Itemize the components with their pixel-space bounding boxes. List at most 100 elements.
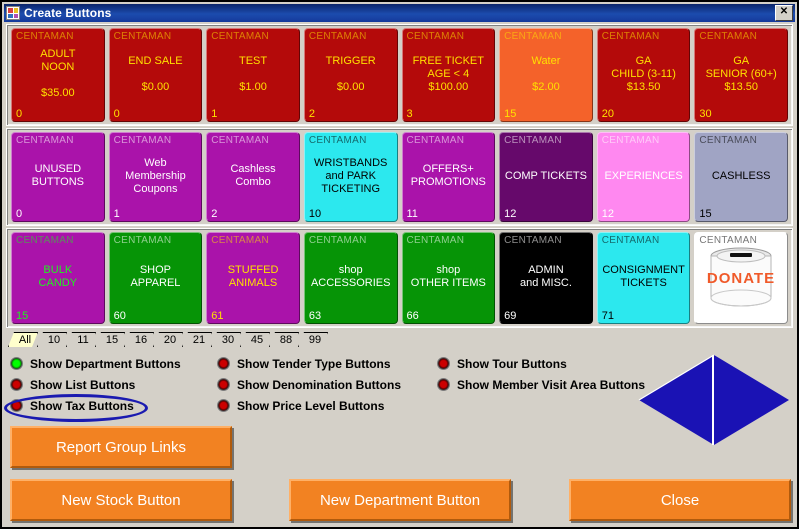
grid-button[interactable]: CENTAMAN OFFERS+ PROMOTIONS 11 bbox=[401, 132, 496, 222]
button-row: CENTAMAN ADULT NOON $35.00 0 CENTAMAN END SA… bbox=[11, 28, 788, 122]
tab-all[interactable]: All bbox=[8, 332, 38, 347]
grid-button-label: END SALE $0.00 bbox=[128, 54, 183, 93]
option-show-tender-type-buttons[interactable]: Show Tender Type Buttons bbox=[217, 353, 401, 374]
department-tabs: All 10 11 15 16 20 21 30 45 88 99 bbox=[8, 329, 791, 347]
grid-button-index: 2 bbox=[211, 208, 218, 220]
close-icon[interactable]: ✕ bbox=[775, 5, 793, 21]
grid-button[interactable]: CENTAMAN CASHLESS 15 bbox=[694, 132, 788, 222]
grid-button[interactable]: CENTAMAN CONSIGNMENT TICKETS 71 bbox=[596, 232, 691, 324]
radio-icon[interactable] bbox=[10, 399, 23, 412]
grid-button-index: 1 bbox=[211, 108, 218, 120]
grid-button-label: Web Membership Coupons bbox=[125, 156, 186, 195]
grid-button-index: 60 bbox=[113, 310, 126, 322]
radio-icon[interactable] bbox=[10, 378, 23, 391]
tab-99[interactable]: 99 bbox=[298, 332, 328, 347]
window-titlebar: Create Buttons ✕ bbox=[4, 4, 795, 22]
option-show-list-buttons[interactable]: Show List Buttons bbox=[10, 374, 181, 395]
grid-button-label: FREE TICKET AGE < 4 $100.00 bbox=[412, 54, 484, 93]
options-column-3: Show Tour Buttons Show Member Visit Area … bbox=[437, 353, 645, 395]
option-show-price-level-buttons[interactable]: Show Price Level Buttons bbox=[217, 395, 401, 416]
grid-button[interactable]: CENTAMAN UNUSED BUTTONS 0 bbox=[11, 132, 105, 222]
grid-button[interactable]: CENTAMAN TEST $1.00 1 bbox=[206, 28, 300, 122]
radio-icon[interactable] bbox=[10, 357, 23, 370]
tab-10[interactable]: 10 bbox=[37, 332, 67, 347]
grid-button-index: 12 bbox=[504, 208, 517, 220]
radio-icon[interactable] bbox=[437, 357, 450, 370]
grid-button-index: 15 bbox=[16, 310, 29, 322]
option-label: Show Member Visit Area Buttons bbox=[457, 377, 646, 392]
option-show-tour-buttons[interactable]: Show Tour Buttons bbox=[437, 353, 645, 374]
new-stock-button-label: New Stock Button bbox=[61, 491, 181, 509]
button-grid-row-2-panel: CENTAMAN UNUSED BUTTONS 0 CENTAMAN Web Membe… bbox=[6, 128, 793, 226]
radio-icon[interactable] bbox=[437, 378, 450, 391]
grid-button[interactable]: CENTAMAN Water $2.00 15 bbox=[499, 28, 593, 122]
grid-button[interactable]: CENTAMAN shop ACCESSORIES 63 bbox=[303, 232, 398, 324]
grid-button[interactable]: CENTAMAN END SALE $0.00 0 bbox=[108, 28, 203, 122]
create-buttons-window: Create Buttons ✕ CENTAMAN ADULT NOON $35.… bbox=[0, 0, 799, 529]
new-department-button[interactable]: New Department Button bbox=[289, 479, 511, 521]
grid-button[interactable]: CENTAMAN GA SENIOR (60+) $13.50 30 bbox=[694, 28, 788, 122]
grid-button-index: 2 bbox=[308, 108, 315, 120]
grid-button-index: 0 bbox=[16, 108, 23, 120]
grid-button[interactable]: CENTAMAN Web Membership Coupons 1 bbox=[108, 132, 203, 222]
grid-button-index: 30 bbox=[699, 108, 712, 120]
report-group-links-button[interactable]: Report Group Links bbox=[10, 426, 232, 468]
option-label: Show Denomination Buttons bbox=[237, 377, 401, 392]
grid-button-image[interactable]: CENTAMAN DONATE bbox=[694, 232, 788, 324]
close-button-label: Close bbox=[660, 491, 700, 509]
svg-text:DONATE: DONATE bbox=[707, 270, 775, 287]
button-grid-row-3-panel: CENTAMAN BULK CANDY 15 CENTAMAN SHOP APPAREL… bbox=[6, 228, 793, 328]
option-show-tax-buttons[interactable]: Show Tax Buttons bbox=[10, 395, 181, 416]
tab-11[interactable]: 11 bbox=[66, 332, 96, 347]
options-column-2: Show Tender Type Buttons Show Denominatio… bbox=[217, 353, 401, 416]
option-show-member-visit-area-buttons[interactable]: Show Member Visit Area Buttons bbox=[437, 374, 645, 395]
tab-15[interactable]: 15 bbox=[95, 332, 125, 347]
radio-icon[interactable] bbox=[217, 399, 230, 412]
grid-button[interactable]: CENTAMAN STUFFED ANIMALS 61 bbox=[206, 232, 300, 324]
close-button[interactable]: Close bbox=[569, 479, 791, 521]
grid-button-label: Cashless Combo bbox=[230, 163, 276, 188]
grid-button[interactable]: CENTAMAN BULK CANDY 15 bbox=[11, 232, 105, 324]
option-show-department-buttons[interactable]: Show Department Buttons bbox=[10, 353, 181, 374]
grid-button[interactable]: CENTAMAN FREE TICKET AGE < 4 $100.00 3 bbox=[401, 28, 496, 122]
button-row: CENTAMAN UNUSED BUTTONS 0 CENTAMAN Web Membe… bbox=[11, 132, 788, 222]
grid-button-index: 15 bbox=[699, 208, 712, 220]
grid-button[interactable]: CENTAMAN TRIGGER $0.00 2 bbox=[303, 28, 398, 122]
tab-30[interactable]: 30 bbox=[211, 332, 241, 347]
grid-button-index: 20 bbox=[601, 108, 614, 120]
grid-button[interactable]: CENTAMAN Cashless Combo 2 bbox=[206, 132, 300, 222]
grid-button-index: 0 bbox=[113, 108, 120, 120]
radio-icon[interactable] bbox=[217, 378, 230, 391]
grid-button[interactable]: CENTAMAN SHOP APPAREL 60 bbox=[108, 232, 203, 324]
grid-button[interactable]: CENTAMAN ADMIN and MISC. 69 bbox=[499, 232, 593, 324]
radio-icon[interactable] bbox=[217, 357, 230, 370]
tab-16[interactable]: 16 bbox=[124, 332, 154, 347]
grid-button-index: 71 bbox=[601, 310, 614, 322]
grid-button-label: TRIGGER $0.00 bbox=[325, 54, 376, 93]
grid-button[interactable]: CENTAMAN shop OTHER ITEMS 66 bbox=[401, 232, 496, 324]
window-title: Create Buttons bbox=[24, 6, 112, 20]
grid-button-index: 11 bbox=[406, 208, 418, 220]
option-label: Show Tour Buttons bbox=[457, 356, 567, 371]
grid-button[interactable]: CENTAMAN WRISTBANDS and PARK TICKETING 10 bbox=[303, 132, 398, 222]
grid-button-index: 3 bbox=[406, 108, 413, 120]
grid-button[interactable]: CENTAMAN EXPERIENCES 12 bbox=[596, 132, 691, 222]
grid-button-index: 61 bbox=[211, 310, 224, 322]
grid-button[interactable]: CENTAMAN GA CHILD (3-11) $13.50 20 bbox=[596, 28, 691, 122]
tab-88[interactable]: 88 bbox=[269, 332, 299, 347]
button-grid-row-1-panel: CENTAMAN ADULT NOON $35.00 0 CENTAMAN END SA… bbox=[6, 24, 793, 126]
tab-21[interactable]: 21 bbox=[182, 332, 212, 347]
tab-20[interactable]: 20 bbox=[153, 332, 183, 347]
grid-button[interactable]: CENTAMAN COMP TICKETS 12 bbox=[499, 132, 593, 222]
grid-button-index: 0 bbox=[16, 208, 23, 220]
tab-45[interactable]: 45 bbox=[240, 332, 270, 347]
grid-button-index: 12 bbox=[601, 208, 614, 220]
option-label: Show Department Buttons bbox=[30, 356, 181, 371]
grid-button[interactable]: CENTAMAN ADULT NOON $35.00 0 bbox=[11, 28, 105, 122]
new-stock-button[interactable]: New Stock Button bbox=[10, 479, 232, 521]
grid-button-index: 69 bbox=[504, 310, 517, 322]
grid-button-index: 63 bbox=[308, 310, 322, 322]
grid-button-label: TEST $1.00 bbox=[239, 54, 268, 93]
option-show-denomination-buttons[interactable]: Show Denomination Buttons bbox=[217, 374, 401, 395]
option-label: Show List Buttons bbox=[30, 377, 136, 392]
